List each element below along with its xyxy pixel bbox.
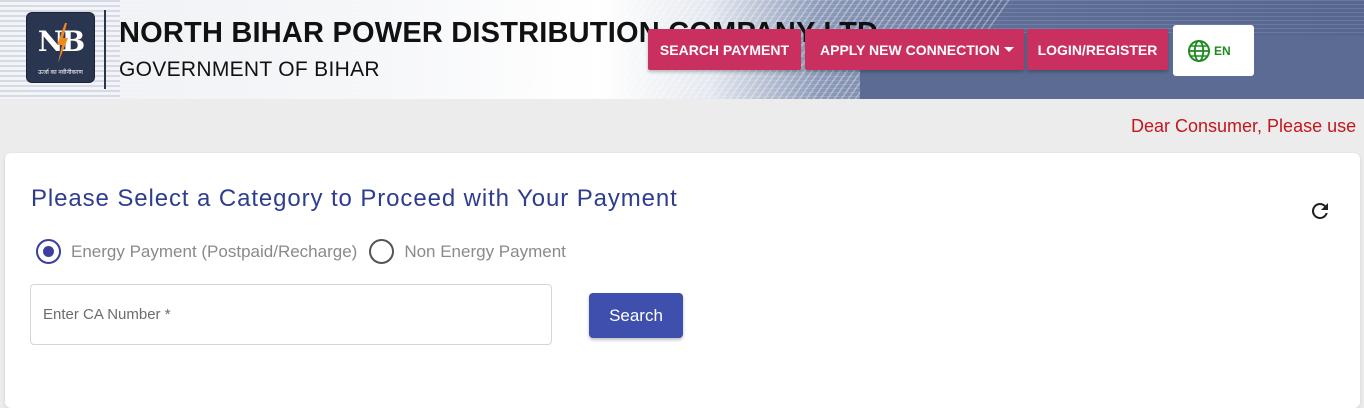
login-register-label: LOGIN/REGISTER (1037, 41, 1158, 58)
lightning-bolt-icon (57, 23, 68, 63)
refresh-icon[interactable] (1308, 199, 1332, 223)
logo-divider (104, 10, 106, 89)
search-payment-label: SEARCH PAYMENT (659, 41, 790, 58)
ca-number-field[interactable] (30, 284, 552, 345)
login-register-button[interactable]: LOGIN/REGISTER (1027, 29, 1168, 70)
non-energy-payment-label: Non Energy Payment (404, 241, 566, 261)
search-button-label: Search (609, 305, 663, 325)
logo-tagline: ऊर्जा का नवीनीकरण (38, 70, 83, 76)
radio-unchecked-icon[interactable] (369, 239, 395, 264)
site-header: NB ऊर्जा का नवीनीकरण NORTH BIHAR POWER D… (0, 0, 1364, 99)
search-payment-button[interactable]: SEARCH PAYMENT (648, 29, 801, 70)
non-energy-payment-radio[interactable]: Non Energy Payment (369, 239, 566, 264)
ca-number-input[interactable] (31, 285, 551, 344)
language-label: EN (1214, 43, 1231, 58)
radio-checked-icon[interactable] (36, 239, 61, 264)
payment-category-card: Please Select a Category to Proceed with… (5, 153, 1360, 408)
card-title: Please Select a Category to Proceed with… (31, 185, 678, 212)
consumer-notice-marquee: Dear Consumer, Please use (1131, 116, 1357, 136)
chevron-down-icon (1004, 47, 1014, 52)
apply-new-connection-label: APPLY NEW CONNECTION (820, 41, 1000, 58)
search-button[interactable]: Search (589, 293, 683, 338)
energy-payment-label: Energy Payment (Postpaid/Recharge) (71, 241, 358, 261)
payment-category-radio-group: Energy Payment (Postpaid/Recharge) Non E… (36, 239, 578, 264)
energy-payment-radio[interactable]: Energy Payment (Postpaid/Recharge) (36, 239, 357, 264)
company-logo[interactable]: NB ऊर्जा का नवीनीकरण (27, 13, 94, 82)
government-label: GOVERNMENT OF BIHAR (119, 58, 380, 81)
language-selector[interactable]: EN (1173, 25, 1254, 76)
globe-icon (1188, 39, 1210, 62)
apply-new-connection-button[interactable]: APPLY NEW CONNECTION (805, 29, 1024, 70)
